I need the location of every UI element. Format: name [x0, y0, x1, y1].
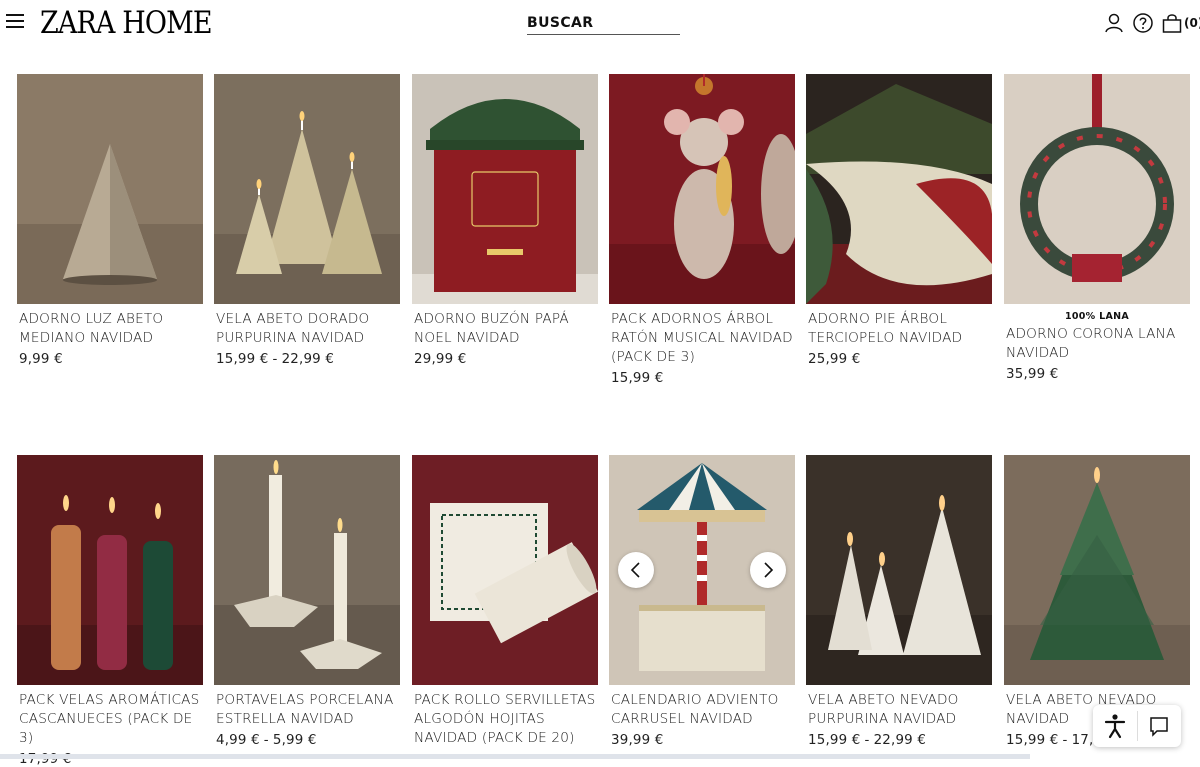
product-price: 9,99 € — [19, 352, 63, 367]
horizontal-scrollbar[interactable] — [0, 754, 1030, 759]
product-card[interactable]: ADORNO BUZÓN PAPÁ NOEL NAVIDAD 29,99 € — [412, 74, 598, 367]
accessibility-icon — [1104, 714, 1126, 739]
product-price: 15,99 € -22,99 € — [216, 352, 335, 367]
product-price: 4,99 € -5,99 € — [216, 733, 317, 748]
product-title[interactable]: PACK ROLLO SERVILLETAS ALGODÓN HOJITAS N… — [414, 691, 598, 748]
product-image[interactable] — [412, 455, 598, 685]
chat-button[interactable] — [1137, 705, 1181, 747]
product-price: 15,99 € -22,99 € — [808, 733, 927, 748]
product-title[interactable]: ADORNO LUZ ABETO MEDIANO NAVIDAD — [19, 310, 203, 348]
product-image[interactable] — [214, 455, 400, 685]
floating-widget — [1093, 705, 1181, 747]
product-card[interactable]: ADORNO LUZ ABETO MEDIANO NAVIDAD 9,99 € — [17, 74, 203, 367]
product-price: 35,99 € — [1006, 367, 1059, 382]
accessibility-button[interactable] — [1093, 705, 1137, 747]
product-image[interactable] — [806, 455, 992, 685]
carousel-prev-button[interactable] — [618, 552, 654, 588]
product-image[interactable] — [17, 74, 203, 304]
product-image[interactable] — [1004, 455, 1190, 685]
product-title[interactable]: VELA ABETO NEVADO PURPURINA NAVIDAD — [808, 691, 992, 729]
product-image[interactable] — [806, 74, 992, 304]
product-title[interactable]: CALENDARIO ADVIENTO CARRUSEL NAVIDAD — [611, 691, 795, 729]
product-title[interactable]: ADORNO PIE ÁRBOL TERCIOPELO NAVIDAD — [808, 310, 992, 348]
product-card[interactable]: 100% LANA ADORNO CORONA LANA NAVIDAD 35,… — [1004, 74, 1190, 382]
product-card[interactable]: PACK ROLLO SERVILLETAS ALGODÓN HOJITAS N… — [412, 455, 598, 752]
product-title[interactable]: PACK VELAS AROMÁTICAS CASCANUECES (PACK … — [19, 691, 203, 748]
product-card[interactable]: PACK VELAS AROMÁTICAS CASCANUECES (PACK … — [17, 455, 203, 767]
product-title[interactable]: ADORNO CORONA LANA NAVIDAD — [1006, 325, 1190, 363]
product-image[interactable] — [17, 455, 203, 685]
zara-home-logo[interactable]: ZARA HOME — [40, 5, 213, 41]
shopping-bag-icon[interactable] — [1161, 12, 1183, 34]
carousel-next-button[interactable] — [750, 552, 786, 588]
product-card[interactable]: ADORNO PIE ÁRBOL TERCIOPELO NAVIDAD 25,9… — [806, 74, 992, 367]
product-image[interactable] — [609, 74, 795, 304]
chevron-left-icon — [630, 562, 640, 578]
product-title[interactable]: PORTAVELAS PORCELANA ESTRELLA NAVIDAD — [216, 691, 400, 729]
product-tag: 100% LANA — [1064, 311, 1130, 322]
help-icon[interactable] — [1132, 12, 1154, 34]
product-price: 15,99 € — [611, 371, 664, 386]
product-title[interactable]: ADORNO BUZÓN PAPÁ NOEL NAVIDAD — [414, 310, 598, 348]
product-price: 29,99 € — [414, 352, 467, 367]
product-card[interactable]: CALENDARIO ADVIENTO CARRUSEL NAVIDAD 39,… — [609, 455, 795, 748]
cart-count[interactable]: (0) — [1184, 16, 1200, 30]
product-card[interactable]: PORTAVELAS PORCELANA ESTRELLA NAVIDAD 4,… — [214, 455, 400, 748]
hamburger-menu-icon[interactable] — [6, 14, 24, 30]
product-title[interactable]: VELA ABETO DORADO PURPURINA NAVIDAD — [216, 310, 400, 348]
product-card[interactable]: VELA ABETO DORADO PURPURINA NAVIDAD 15,9… — [214, 74, 400, 367]
product-price: 25,99 € — [808, 352, 861, 367]
product-price: 39,99 € — [611, 733, 664, 748]
product-title[interactable]: PACK ADORNOS ÁRBOL RATÓN MUSICAL NAVIDAD… — [611, 310, 795, 367]
product-card[interactable]: VELA ABETO NEVADO PURPURINA NAVIDAD 15,9… — [806, 455, 992, 748]
chat-icon — [1150, 717, 1168, 737]
product-image[interactable] — [214, 74, 400, 304]
product-card[interactable]: PACK ADORNOS ÁRBOL RATÓN MUSICAL NAVIDAD… — [609, 74, 795, 386]
chevron-right-icon — [764, 562, 774, 578]
search-input[interactable]: BUSCAR — [527, 12, 680, 35]
product-image[interactable] — [412, 74, 598, 304]
site-header: ZARA HOME BUSCAR (0) — [0, 0, 1200, 50]
product-image[interactable] — [1004, 74, 1190, 304]
user-icon[interactable] — [1103, 12, 1125, 34]
